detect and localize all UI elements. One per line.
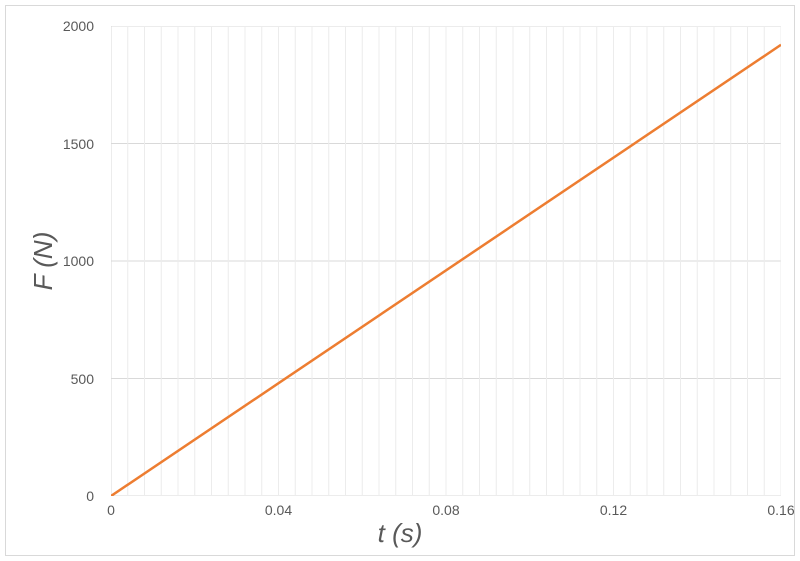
x-tick-label: 0.16 — [767, 502, 794, 518]
chart-svg — [111, 26, 781, 496]
x-tick-label: 0.04 — [265, 502, 292, 518]
chart-frame: F (N) — [5, 5, 795, 556]
y-tick-label: 2000 — [34, 18, 94, 34]
plot-area — [111, 26, 781, 496]
y-tick-label: 0 — [34, 488, 94, 504]
y-tick-label: 1500 — [34, 136, 94, 152]
x-axis-title: t (s) — [378, 518, 423, 549]
y-tick-label: 500 — [34, 371, 94, 387]
y-tick-label: 1000 — [34, 253, 94, 269]
x-tick-label: 0.12 — [600, 502, 627, 518]
x-tick-label: 0.08 — [432, 502, 459, 518]
x-tick-label: 0 — [107, 502, 115, 518]
